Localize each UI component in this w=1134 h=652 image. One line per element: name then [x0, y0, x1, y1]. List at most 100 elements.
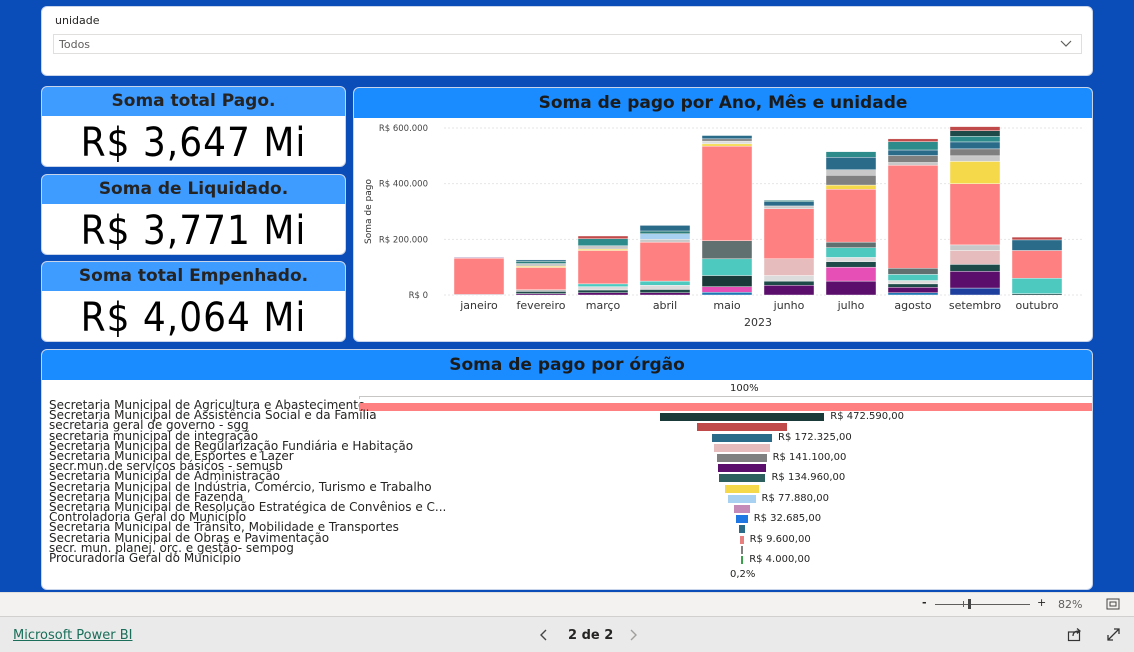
share-icon[interactable] — [1067, 627, 1082, 642]
funnel-category-label: Procuradoria Geral do Município — [49, 551, 241, 565]
bar-segment — [701, 140, 753, 145]
zoom-slider-thumb[interactable] — [968, 599, 971, 609]
bar-segment — [577, 283, 629, 287]
bar-segment — [763, 208, 815, 260]
slicer-dropdown[interactable]: Todos — [53, 34, 1082, 54]
zoom-out-button[interactable]: - — [922, 596, 927, 609]
zoom-in-button[interactable]: + — [1037, 596, 1046, 609]
funnel-bar[interactable] — [724, 484, 760, 493]
bar-segment — [825, 151, 877, 158]
bar-segment — [887, 162, 939, 166]
chevron-down-icon — [1060, 40, 1072, 47]
funnel-bar[interactable] — [718, 474, 766, 483]
bar-segment — [515, 291, 567, 294]
bar-chart-card[interactable]: Soma de pago por Ano, Mês e unidade R$ 0… — [353, 87, 1093, 342]
funnel-bar[interactable] — [359, 403, 1092, 411]
bar-segment — [763, 205, 815, 209]
bar-segment — [639, 241, 691, 282]
bar-segment — [949, 264, 1001, 272]
y-tick-label: R$ 200.000 — [379, 235, 428, 245]
x-tick-label: maio — [713, 299, 741, 312]
zoom-slider[interactable] — [935, 599, 1030, 609]
funnel-top-line — [359, 396, 1092, 399]
bar-segment — [825, 169, 877, 176]
x-axis-label: 2023 — [744, 316, 772, 329]
funnel-bar[interactable] — [717, 454, 767, 462]
kpi-value: R$ 3,771 Mi — [80, 208, 307, 254]
bar-segment — [887, 287, 939, 293]
funnel-bar[interactable] — [734, 505, 750, 513]
bar-segment — [825, 184, 877, 190]
bar-segment — [577, 245, 629, 250]
bar-segment — [1011, 278, 1063, 294]
powerbi-link[interactable]: Microsoft Power BI — [13, 628, 132, 643]
bar-segment — [949, 136, 1001, 143]
kpi-title: Soma de Liquidado. — [42, 175, 345, 204]
bar-segment — [887, 274, 939, 281]
bar-segment — [701, 286, 753, 293]
bar-segment — [949, 271, 1001, 289]
funnel-bar[interactable] — [728, 494, 756, 503]
bar-segment — [701, 258, 753, 276]
funnel-chart-card[interactable]: Soma de pago por órgão 100% Secretaria Mu… — [41, 349, 1093, 590]
funnel-bar[interactable] — [659, 413, 825, 422]
chart-title: Soma de pago por órgão — [42, 350, 1092, 380]
bar-segment — [577, 292, 629, 296]
bar-segment — [887, 155, 939, 163]
powerbi-footer: Microsoft Power BI 2 de 2 — [0, 616, 1134, 652]
bar-segment — [639, 289, 691, 293]
bar-segment — [949, 141, 1001, 150]
bar-segment — [515, 289, 567, 292]
bar-segment — [825, 280, 877, 296]
bar-segment — [949, 155, 1001, 162]
bar-segment — [763, 200, 815, 202]
bar-segment — [701, 143, 753, 147]
bar-segment — [515, 293, 567, 296]
bar-segment — [577, 250, 629, 285]
funnel-bar[interactable] — [717, 464, 767, 473]
bar-segment — [701, 292, 753, 296]
x-tick-label: abril — [653, 299, 677, 312]
stacked-bar-chart[interactable]: R$ 0 R$ 200.000 R$ 400.000 R$ 600.000 Soma d… — [354, 118, 1093, 342]
bar-segment — [763, 280, 815, 286]
bar-segment — [1011, 250, 1063, 279]
bar-segment — [949, 183, 1001, 246]
funnel-bar[interactable] — [714, 443, 770, 452]
funnel-chart[interactable]: 100% Secretaria Municipal de Agricultura … — [42, 380, 1092, 589]
funnel-bar[interactable] — [740, 545, 744, 554]
y-tick-label: R$ 600.000 — [379, 124, 428, 134]
fit-to-page-icon[interactable] — [1106, 598, 1120, 610]
kpi-title: Soma total Empenhado. — [42, 262, 345, 291]
y-axis-label: Soma de pago — [364, 179, 374, 244]
funnel-bar[interactable] — [696, 423, 788, 432]
bar-segment — [825, 266, 877, 282]
funnel-bar[interactable] — [738, 525, 746, 534]
bar-segment — [825, 257, 877, 262]
funnel-bar[interactable] — [740, 556, 744, 564]
slicer-title: unidade — [55, 14, 100, 27]
kpi-card-empenhado: Soma total Empenhado. R$ 4,064 Mi — [41, 261, 346, 342]
chevron-left-icon[interactable] — [538, 629, 550, 641]
bar-segment — [453, 257, 505, 259]
x-tick-label: setembro — [949, 299, 1002, 312]
bar-segment — [639, 285, 691, 290]
funnel-value-label: R$ 472.590,00 — [828, 411, 907, 423]
funnel-bar[interactable] — [736, 515, 748, 524]
bar-segment — [639, 225, 691, 232]
zoom-statusbar: - + 82% — [0, 592, 1134, 616]
fullscreen-icon[interactable] — [1106, 627, 1121, 642]
bar-segment — [887, 283, 939, 288]
unidade-slicer: unidade Todos — [41, 6, 1093, 76]
bar-segment — [639, 280, 691, 286]
x-tick-label: fevereiro — [516, 299, 565, 312]
funnel-bar[interactable] — [740, 535, 744, 544]
y-tick-label: R$ 400.000 — [379, 180, 428, 190]
bar-segment — [887, 165, 939, 269]
x-tick-label: julho — [837, 299, 865, 312]
funnel-value-label: R$ 4.000,00 — [747, 554, 813, 565]
bar-segment — [949, 287, 1001, 296]
chevron-right-icon[interactable] — [627, 629, 639, 641]
zoom-level: 82% — [1058, 598, 1083, 611]
bar-segment — [887, 292, 939, 296]
funnel-bar[interactable] — [711, 433, 772, 442]
